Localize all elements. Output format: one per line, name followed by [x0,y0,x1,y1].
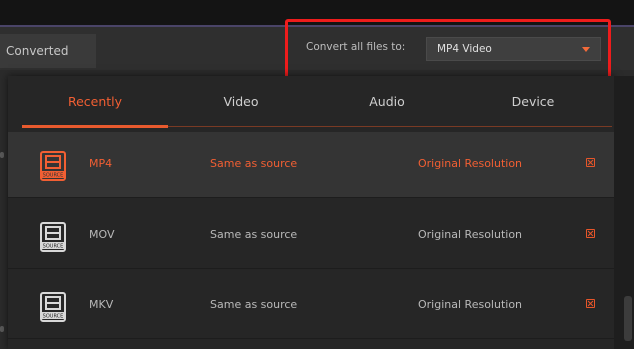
left-edge-handle [0,152,4,158]
format-name: MOV [89,228,115,241]
source-file-icon: SOURCE [40,151,66,181]
svg-text:SOURCE: SOURCE [43,314,64,320]
source-file-icon: SOURCE [40,292,66,322]
format-row-mov[interactable]: SOURCE MOV Same as source Original Resol… [8,203,614,269]
tab-converted[interactable]: Converted [0,34,96,68]
svg-text:SOURCE: SOURCE [43,173,64,179]
source-file-icon: SOURCE [40,222,66,252]
output-format-value: MP4 Video [437,43,492,55]
close-box-icon[interactable] [586,158,595,167]
active-tab-indicator [22,125,168,128]
tab-video[interactable]: Video [168,76,314,128]
format-resolution: Original Resolution [418,157,523,170]
chevron-down-icon [582,47,590,52]
svg-text:SOURCE: SOURCE [43,244,64,250]
format-quality: Same as source [210,157,298,170]
format-name: MP4 [89,157,113,170]
tab-recently[interactable]: Recently [22,76,168,128]
left-edge-handle [0,326,4,332]
window-top-strip [0,0,634,27]
format-popup-panel: Recently Video Audio Device SOURCE MP4 S… [8,76,614,349]
tab-device[interactable]: Device [460,76,606,128]
output-format-dropdown[interactable]: MP4 Video [426,37,601,61]
format-resolution: Original Resolution [418,228,523,241]
format-row-mp4[interactable]: SOURCE MP4 Same as source Original Resol… [8,132,614,198]
format-quality: Same as source [210,228,298,241]
format-row-mkv[interactable]: SOURCE MKV Same as source Original Resol… [8,273,614,339]
tab-audio[interactable]: Audio [314,76,460,128]
format-category-tabs: Recently Video Audio Device [8,76,614,128]
close-box-icon[interactable] [586,299,595,308]
convert-all-label: Convert all files to: [306,41,406,53]
scrollbar-thumb[interactable] [624,296,632,341]
format-quality: Same as source [210,298,298,311]
format-resolution: Original Resolution [418,298,523,311]
format-name: MKV [89,298,114,311]
close-box-icon[interactable] [586,229,595,238]
